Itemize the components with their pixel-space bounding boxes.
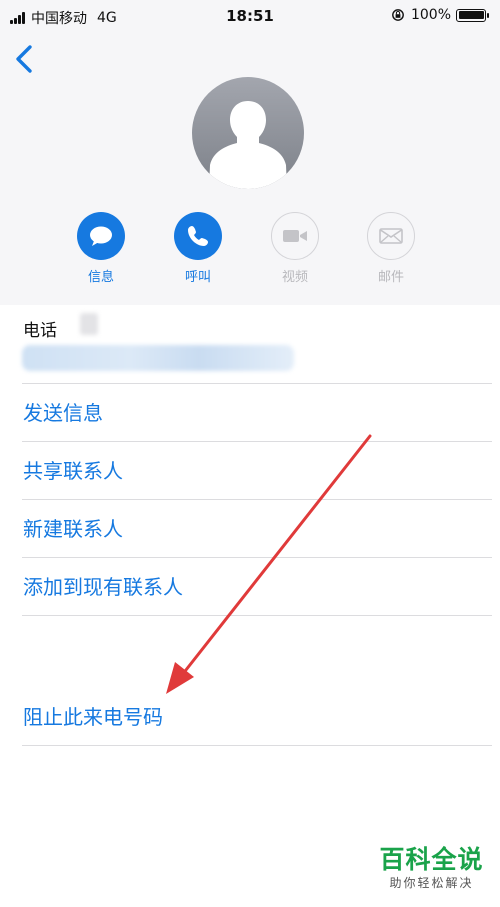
watermark-title: 百科全说 (379, 845, 484, 874)
redacted-label-blur (80, 313, 98, 335)
video-action-label: 视频 (281, 270, 308, 285)
status-right: 100% (391, 7, 489, 23)
mail-action-label: 邮件 (377, 270, 404, 285)
call-action-label: 呼叫 (184, 270, 211, 285)
divider (22, 557, 492, 558)
send-message-button[interactable]: 发送信息 (23, 403, 103, 423)
divider (22, 615, 492, 616)
chevron-left-icon (16, 45, 32, 73)
contact-actions: 信息 呼叫 视频 邮件 (0, 212, 500, 292)
envelope-icon (379, 228, 403, 244)
divider (22, 745, 492, 746)
message-bubble-icon (90, 226, 112, 246)
redacted-phone-number[interactable] (22, 345, 294, 371)
call-action-button[interactable]: 呼叫 (163, 212, 233, 285)
divider (22, 441, 492, 442)
battery-fill (458, 11, 484, 19)
mail-action-circle (367, 212, 415, 260)
block-caller-button[interactable]: 阻止此来电号码 (23, 707, 163, 727)
contact-details: 电话 发送信息 共享联系人 新建联系人 添加到现有联系人 阻止此来电号码 (0, 305, 500, 907)
create-contact-button[interactable]: 新建联系人 (23, 519, 123, 539)
contact-header: 中国移动 4G 18:51 100% 信息 呼叫 视频 邮件 (0, 0, 500, 305)
back-button[interactable] (10, 40, 40, 80)
divider (22, 383, 492, 384)
message-action-circle (77, 212, 125, 260)
battery-percent: 100% (410, 7, 451, 23)
divider (22, 499, 492, 500)
battery-icon (456, 8, 489, 22)
message-action-label: 信息 (87, 270, 114, 285)
watermark-logo: 百科全说 助你轻松解决 (374, 846, 489, 891)
watermark-subtitle: 助你轻松解决 (389, 875, 474, 890)
call-action-circle (174, 212, 222, 260)
contact-avatar (192, 77, 304, 189)
add-to-existing-contact-button[interactable]: 添加到现有联系人 (23, 577, 183, 597)
mail-action-button[interactable]: 邮件 (356, 212, 426, 285)
status-bar: 中国移动 4G 18:51 100% (0, 0, 500, 34)
share-contact-button[interactable]: 共享联系人 (23, 461, 123, 481)
video-camera-icon (283, 230, 307, 242)
video-action-button[interactable]: 视频 (260, 212, 330, 285)
person-silhouette-icon (192, 77, 304, 189)
message-action-button[interactable]: 信息 (66, 212, 136, 285)
video-action-circle (271, 212, 319, 260)
phone-icon (188, 226, 208, 246)
orientation-lock-icon (392, 9, 404, 21)
phone-field-label: 电话 (23, 321, 57, 341)
